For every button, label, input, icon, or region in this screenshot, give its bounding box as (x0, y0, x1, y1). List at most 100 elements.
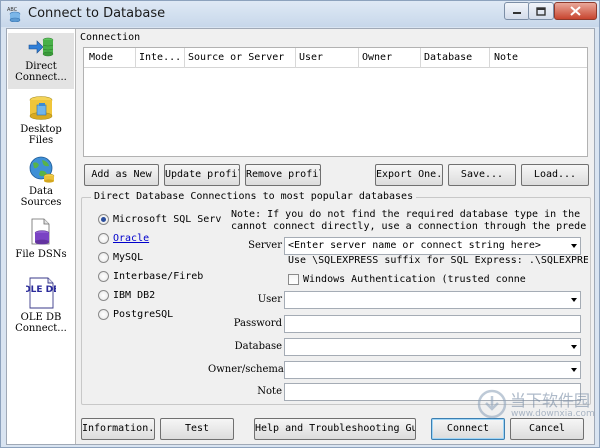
column-header-note[interactable]: Note (494, 52, 518, 63)
password-field[interactable] (284, 315, 581, 333)
radio-button[interactable] (98, 289, 109, 301)
user-label: User (257, 294, 282, 305)
checkbox[interactable] (288, 273, 299, 285)
minimize-icon (513, 12, 521, 14)
save-button[interactable]: Save... (448, 164, 516, 186)
windows-auth-checkbox[interactable]: Windows Authentication (trusted conne (288, 272, 588, 286)
windows-auth-label: Windows Authentication (trusted conne (303, 273, 526, 285)
help-note: Note: If you do not find the required da… (231, 209, 587, 233)
radio-button[interactable] (98, 270, 109, 282)
radio-label-ibm-db2: IBM DB2 (113, 289, 156, 301)
sidebar-label-desktop-files: Desktop Files (20, 124, 62, 146)
add-as-new-button[interactable]: Add as New (84, 164, 159, 186)
chevron-down-icon[interactable] (571, 244, 577, 248)
column-header-interface[interactable]: Inte... (139, 52, 181, 63)
radio-button[interactable] (98, 251, 109, 263)
sidebar-item-ole-db[interactable]: OLE DB OLE DB Connect... (8, 277, 74, 335)
radio-label-mssql: Microsoft SQL Serv (113, 213, 222, 225)
note-label: Note (257, 386, 282, 397)
radio-mssql[interactable]: Microsoft SQL Serv (98, 212, 221, 226)
radio-button[interactable] (98, 308, 109, 320)
app-icon: ABC (7, 7, 21, 22)
radio-interbase[interactable]: Interbase/Fireb (98, 269, 203, 283)
server-combobox[interactable]: <Enter server name or connect string her… (284, 237, 581, 255)
user-combobox[interactable] (284, 291, 581, 309)
radio-button[interactable] (98, 232, 109, 244)
close-button[interactable] (554, 2, 597, 20)
watermark-url: www.downxia.com (511, 409, 595, 419)
column-divider[interactable] (420, 48, 421, 68)
window-title: Connect to Database (28, 6, 166, 21)
minimize-button[interactable] (504, 2, 530, 20)
radio-postgresql[interactable]: PostgreSQL (98, 307, 173, 321)
direct-connect-icon (28, 37, 54, 57)
radio-button-selected[interactable] (98, 213, 109, 225)
radio-label-postgresql: PostgreSQL (113, 308, 174, 320)
password-label: Password (233, 318, 282, 329)
help-note-line-2: cannot connect directly, use a connectio… (231, 221, 587, 232)
sidebar-item-desktop-files[interactable]: Desktop Files (8, 95, 74, 151)
column-divider[interactable] (489, 48, 490, 68)
chevron-down-icon[interactable] (571, 368, 577, 372)
chevron-down-icon[interactable] (571, 345, 577, 349)
column-header-owner[interactable]: Owner (362, 52, 392, 63)
database-combobox[interactable] (284, 338, 581, 356)
column-divider[interactable] (358, 48, 359, 68)
radio-mysql[interactable]: MySQL (98, 250, 143, 264)
dialog-client-area: Direct Connect... Desktop Files Data Sou… (6, 28, 595, 445)
server-placeholder: <Enter server name or connect string her… (288, 240, 541, 251)
watermark-cn-text: 当下软件园 (510, 391, 591, 410)
radio-ibm-db2[interactable]: IBM DB2 (98, 288, 155, 302)
update-profile-button[interactable]: Update profile (164, 164, 240, 186)
column-header-source[interactable]: Source or Server (188, 52, 284, 63)
column-header-database[interactable]: Database (424, 52, 472, 63)
data-sources-icon (29, 156, 55, 183)
column-header-user[interactable]: User (299, 52, 323, 63)
column-header-mode[interactable]: Mode (89, 52, 113, 63)
sidebar-item-file-dsns[interactable]: File DSNs (8, 218, 74, 266)
server-label: Server (248, 240, 282, 251)
radio-label-mysql: MySQL (113, 251, 144, 263)
help-troubleshooting-button[interactable]: Help and Troubleshooting Guide (254, 418, 416, 440)
download-logo-icon (477, 389, 507, 419)
main-pane: Connection Mode Inte... Source or Server… (78, 29, 594, 444)
title-bar[interactable]: ABC Connect to Database (1, 1, 599, 27)
maximize-button[interactable] (528, 2, 554, 20)
radio-label-interbase: Interbase/Fireb (113, 270, 204, 282)
owner-schema-combobox[interactable] (284, 361, 581, 379)
column-divider[interactable] (295, 48, 296, 68)
site-watermark: 当下软件园 www.downxia.com (477, 385, 595, 425)
ole-db-icon-text: OLE DB (26, 285, 56, 295)
table-header: Mode Inte... Source or Server User Owner… (84, 48, 587, 68)
close-icon (570, 6, 581, 16)
column-divider[interactable] (135, 48, 136, 68)
server-hint: Use \SQLEXPRESS suffix for SQL Express: … (288, 255, 588, 266)
column-divider[interactable] (184, 48, 185, 68)
database-label: Database (234, 341, 282, 352)
sidebar-item-data-sources[interactable]: Data Sources (8, 155, 74, 211)
desktop-files-icon (29, 96, 53, 120)
connection-type-sidebar: Direct Connect... Desktop Files Data Sou… (7, 29, 76, 444)
sidebar-label-ole-db: OLE DB Connect... (15, 312, 67, 334)
help-note-line-1: Note: If you do not find the required da… (231, 209, 587, 220)
sidebar-label-data-sources: Data Sources (20, 186, 62, 208)
connection-label: Connection (80, 32, 141, 43)
connection-profiles-table[interactable]: Mode Inte... Source or Server User Owner… (83, 47, 588, 157)
information-button[interactable]: Information... (81, 418, 155, 440)
ole-db-icon: OLE DB (26, 277, 56, 309)
connect-dialog-window: ABC Connect to Database Direct Connect..… (0, 0, 600, 448)
sidebar-item-direct-connect[interactable]: Direct Connect... (8, 33, 74, 89)
load-button[interactable]: Load... (521, 164, 589, 186)
test-button[interactable]: Test (160, 418, 234, 440)
remove-profile-button[interactable]: Remove profile (245, 164, 321, 186)
sidebar-label-file-dsns: File DSNs (15, 249, 67, 260)
export-one-button[interactable]: Export One... (375, 164, 443, 186)
oracle-link[interactable]: Oracle (113, 233, 149, 244)
owner-schema-label: Owner/schema (208, 364, 284, 375)
maximize-icon (536, 6, 546, 16)
direct-connections-group-title: Direct Database Connections to most popu… (91, 191, 417, 202)
file-dsn-icon (31, 218, 50, 245)
chevron-down-icon[interactable] (571, 298, 577, 302)
radio-oracle[interactable]: Oracle (98, 231, 149, 245)
sidebar-label-direct-connect: Direct Connect... (15, 61, 67, 83)
